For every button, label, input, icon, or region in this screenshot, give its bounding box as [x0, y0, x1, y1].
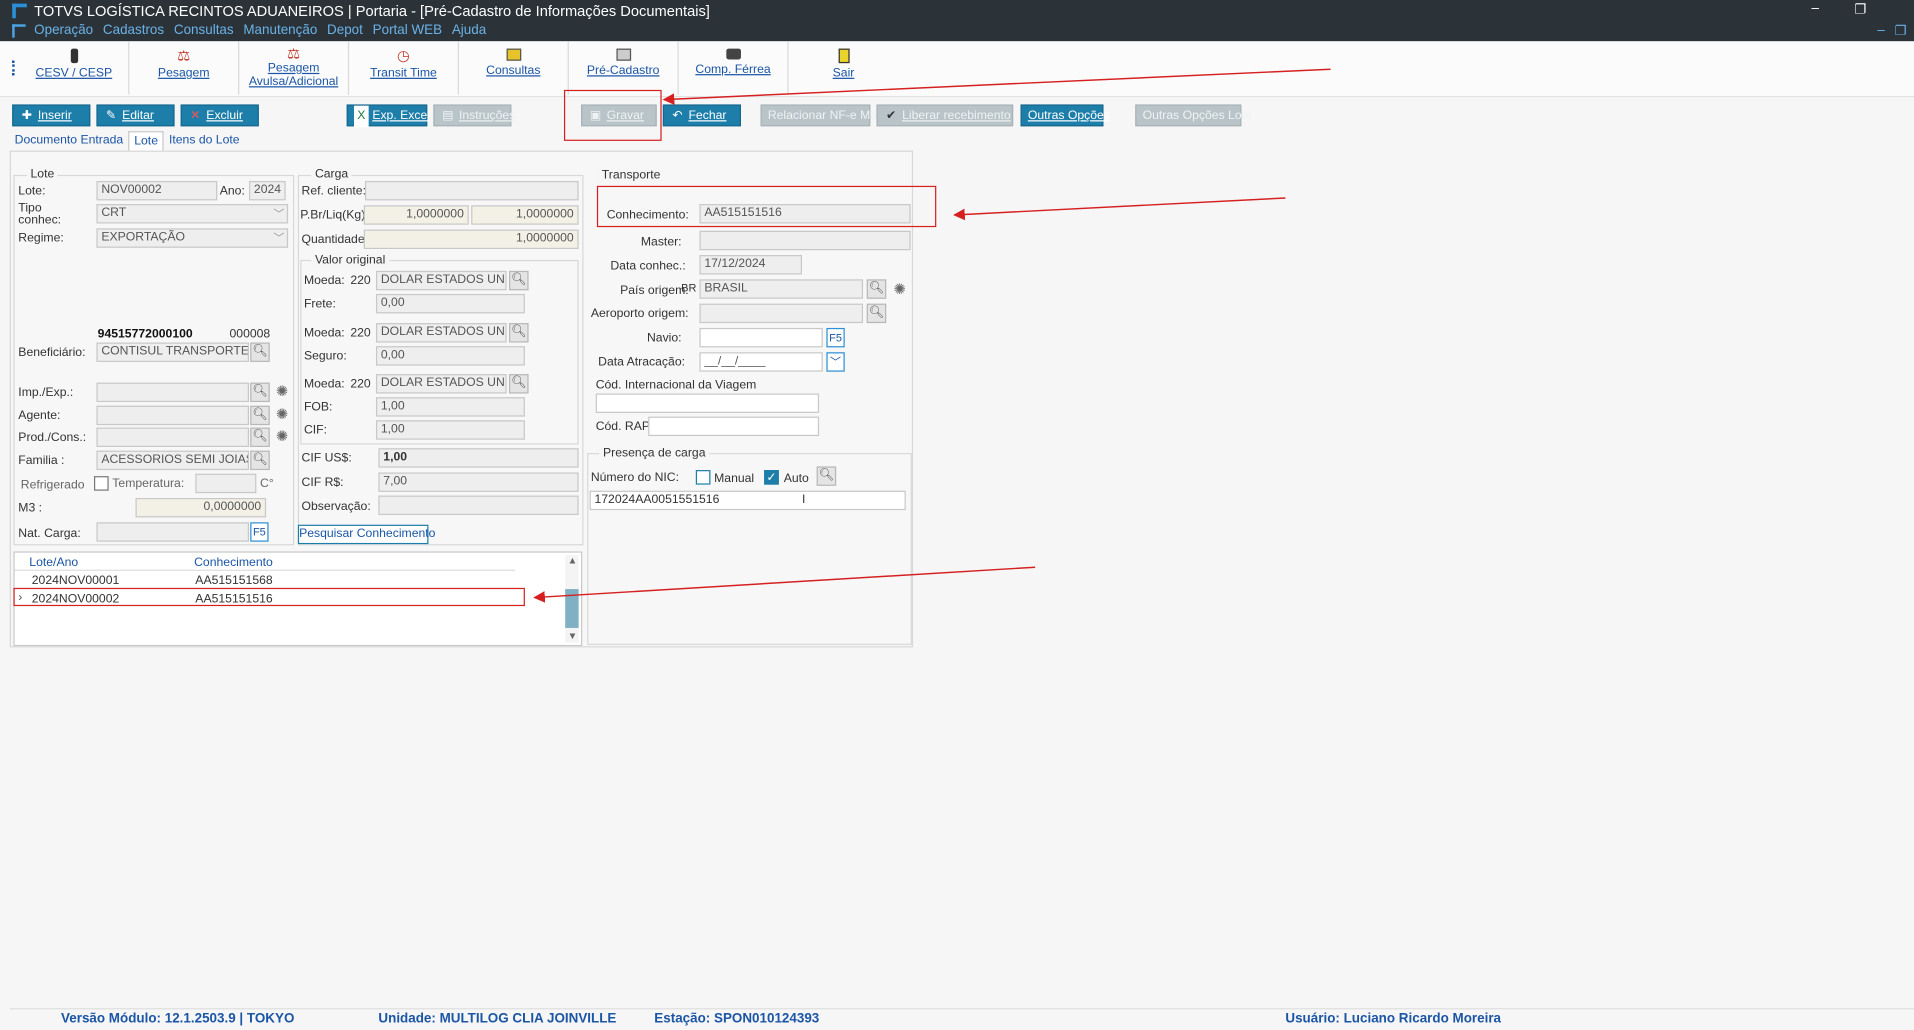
status-estacao: Estação: SPON010124393 [654, 1011, 820, 1027]
status-bar: Versão Módulo: 12.1.2503.9 | TOKYO Unida… [9, 1008, 1914, 1030]
status-versao: Versão Módulo: 12.1.2503.9 | TOKYO [61, 1011, 295, 1027]
arrow-to-grid-row [533, 566, 1036, 603]
arrow-to-conhecimento [953, 197, 1286, 221]
annotation-arrows [533, 68, 1331, 603]
status-usuario: Usuário: Luciano Ricardo Moreira [1285, 1011, 1502, 1027]
arrow-to-gravar [662, 68, 1331, 105]
status-unidade: Unidade: MULTILOG CLIA JOINVILLE [378, 1011, 617, 1027]
